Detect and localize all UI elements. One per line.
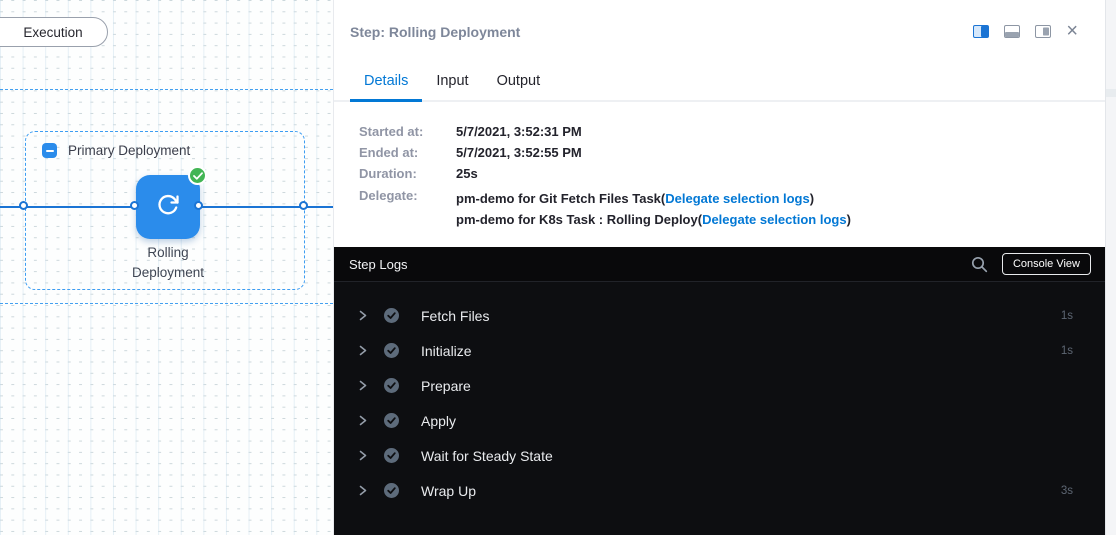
group-label: Primary Deployment: [68, 143, 190, 158]
log-step-label: Prepare: [421, 378, 471, 394]
split-view-right-icon[interactable]: [973, 25, 989, 38]
pipeline-execution-screen: Execution Primary Deployment Rolling: [0, 0, 1116, 535]
log-row-fetch-files[interactable]: Fetch Files 1s: [334, 298, 1106, 333]
log-step-label: Wrap Up: [421, 483, 476, 499]
success-check-icon: [384, 483, 399, 498]
stage-region-divider-top: [0, 89, 333, 90]
collapsed-side-strip[interactable]: [1105, 0, 1116, 535]
link-point-node-left[interactable]: [130, 201, 139, 210]
log-step-label: Wait for Steady State: [421, 448, 553, 464]
link-point-group-left[interactable]: [19, 201, 28, 210]
step-details-panel: Step: Rolling Deployment ×: [333, 0, 1105, 535]
success-check-icon: [384, 448, 399, 463]
chevron-right-icon[interactable]: [357, 484, 368, 497]
success-check-icon: [384, 343, 399, 358]
split-view-bottom-icon[interactable]: [1004, 25, 1020, 38]
panel-title: Step: Rolling Deployment: [350, 24, 520, 40]
ended-at-row: Ended at: 5/7/2021, 3:52:55 PM: [359, 145, 851, 161]
started-at-label: Started at:: [359, 124, 456, 140]
duration-label: Duration:: [359, 166, 456, 182]
collapse-group-icon[interactable]: [42, 143, 57, 158]
step-details: Started at: 5/7/2021, 3:52:31 PM Ended a…: [359, 124, 851, 235]
chevron-right-icon[interactable]: [357, 414, 368, 427]
started-at-row: Started at: 5/7/2021, 3:52:31 PM: [359, 124, 851, 140]
log-row-apply[interactable]: Apply: [334, 403, 1106, 438]
ended-at-label: Ended at:: [359, 145, 456, 161]
stage-region-divider-bottom: [0, 303, 333, 304]
delegate-values: pm-demo for Git Fetch Files Task(Delegat…: [456, 188, 851, 230]
refresh-icon: [156, 193, 180, 222]
success-check-icon: [384, 378, 399, 393]
delegate-row: Delegate: pm-demo for Git Fetch Files Ta…: [359, 188, 851, 230]
chevron-right-icon[interactable]: [357, 309, 368, 322]
delegate-suffix: ): [810, 191, 814, 206]
delegate-text: pm-demo for Git Fetch Files Task(: [456, 191, 665, 206]
delegate-line: pm-demo for K8s Task : Rolling Deploy(De…: [456, 209, 851, 230]
duration-value: 25s: [456, 166, 478, 182]
tab-details[interactable]: Details: [350, 64, 422, 102]
execution-tab[interactable]: Execution: [0, 17, 108, 47]
rolling-deployment-node[interactable]: [136, 175, 200, 239]
chevron-right-icon[interactable]: [357, 449, 368, 462]
delegate-selection-logs-link[interactable]: Delegate selection logs: [702, 212, 847, 227]
delegate-suffix: ): [847, 212, 851, 227]
log-row-prepare[interactable]: Prepare: [334, 368, 1106, 403]
ended-at-value: 5/7/2021, 3:52:55 PM: [456, 145, 582, 161]
link-point-node-right[interactable]: [194, 201, 203, 210]
duration-row: Duration: 25s: [359, 166, 851, 182]
delegate-selection-logs-link[interactable]: Delegate selection logs: [665, 191, 810, 206]
log-step-duration: 1s: [1061, 345, 1073, 357]
tab-output[interactable]: Output: [483, 64, 555, 102]
log-step-duration: 1s: [1061, 310, 1073, 322]
chevron-right-icon[interactable]: [357, 344, 368, 357]
strip-divider: [1106, 89, 1116, 97]
success-check-icon: [384, 413, 399, 428]
step-logs-list: Fetch Files 1s Initialize 1s Prepare: [334, 282, 1106, 508]
console-view-button[interactable]: Console View: [1002, 253, 1091, 275]
step-logs-console: Step Logs Console View Fetch Files 1s: [334, 247, 1106, 535]
delegate-text: pm-demo for K8s Task : Rolling Deploy(: [456, 212, 702, 227]
panel-tabs: Details Input Output: [334, 64, 1105, 102]
started-at-value: 5/7/2021, 3:52:31 PM: [456, 124, 582, 140]
node-label: Rolling Deployment: [96, 243, 240, 283]
log-step-label: Apply: [421, 413, 456, 429]
delegate-label: Delegate:: [359, 188, 456, 230]
group-header: Primary Deployment: [42, 143, 190, 158]
success-check-icon: [384, 308, 399, 323]
overlay-view-icon[interactable]: [1035, 25, 1051, 38]
execution-graph-canvas[interactable]: Execution Primary Deployment Rolling: [0, 0, 333, 535]
node-success-badge-icon: [188, 166, 207, 185]
log-row-initialize[interactable]: Initialize 1s: [334, 333, 1106, 368]
log-step-label: Initialize: [421, 343, 472, 359]
search-icon[interactable]: [971, 256, 988, 273]
log-step-label: Fetch Files: [421, 308, 489, 324]
step-logs-header: Step Logs Console View: [334, 247, 1106, 282]
delegate-line: pm-demo for Git Fetch Files Task(Delegat…: [456, 188, 851, 209]
step-logs-title: Step Logs: [349, 257, 408, 272]
log-row-wrap-up[interactable]: Wrap Up 3s: [334, 473, 1106, 508]
panel-window-controls: ×: [973, 24, 1078, 38]
log-row-wait-for-steady-state[interactable]: Wait for Steady State: [334, 438, 1106, 473]
log-step-duration: 3s: [1061, 485, 1073, 497]
link-point-group-right[interactable]: [299, 201, 308, 210]
close-icon[interactable]: ×: [1066, 24, 1078, 38]
chevron-right-icon[interactable]: [357, 379, 368, 392]
tab-input[interactable]: Input: [422, 64, 482, 102]
